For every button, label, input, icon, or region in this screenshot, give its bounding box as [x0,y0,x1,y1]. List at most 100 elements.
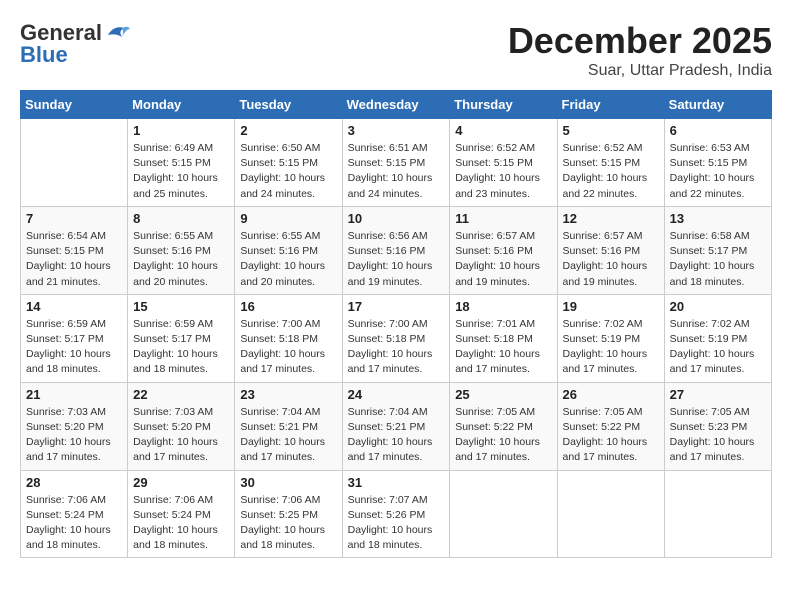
day-number: 1 [133,123,229,138]
day-info: Sunrise: 6:57 AMSunset: 5:16 PMDaylight:… [455,229,551,290]
calendar-cell: 6Sunrise: 6:53 AMSunset: 5:15 PMDaylight… [664,119,771,207]
day-number: 26 [563,387,659,402]
day-number: 29 [133,475,229,490]
calendar-cell: 12 Sunrise: 6:57 AMSunset: 5:16 PMDayligh… [557,206,664,294]
day-number: 7 [26,211,122,226]
logo-blue: Blue [20,42,68,68]
day-info: Sunrise: 6:57 AMSunset: 5:16 PMDaylight:… [563,229,659,290]
day-info: Sunrise: 7:01 AMSunset: 5:18 PMDaylight:… [455,317,551,378]
calendar-cell: 18 Sunrise: 7:01 AMSunset: 5:18 PMDayligh… [450,294,557,382]
day-number: 4 [455,123,551,138]
day-info: Sunrise: 6:54 AMSunset: 5:15 PMDaylight:… [26,229,122,290]
day-number: 8 [133,211,229,226]
day-info: Sunrise: 7:06 AMSunset: 5:24 PMDaylight:… [133,493,229,554]
calendar-week-4: 21Sunrise: 7:03 AMSunset: 5:20 PMDayligh… [21,382,772,470]
day-info: Sunrise: 7:03 AMSunset: 5:20 PMDaylight:… [26,405,122,466]
day-number: 31 [348,475,445,490]
weekday-header-friday: Friday [557,91,664,119]
weekday-header-monday: Monday [128,91,235,119]
day-info: Sunrise: 7:05 AMSunset: 5:23 PMDaylight:… [670,405,766,466]
day-info: Sunrise: 7:04 AMSunset: 5:21 PMDaylight:… [348,405,445,466]
day-number: 12 [563,211,659,226]
day-info: Sunrise: 7:03 AMSunset: 5:20 PMDaylight:… [133,405,229,466]
weekday-header-sunday: Sunday [21,91,128,119]
day-info: Sunrise: 7:06 AMSunset: 5:25 PMDaylight:… [240,493,336,554]
day-number: 17 [348,299,445,314]
day-number: 30 [240,475,336,490]
calendar-cell: 30 Sunrise: 7:06 AMSunset: 5:25 PMDayligh… [235,470,342,558]
day-number: 23 [240,387,336,402]
day-number: 6 [670,123,766,138]
calendar-cell: 9 Sunrise: 6:55 AMSunset: 5:16 PMDaylight… [235,206,342,294]
calendar-table: SundayMondayTuesdayWednesdayThursdayFrid… [20,90,772,558]
day-number: 18 [455,299,551,314]
calendar-cell: 23Sunrise: 7:04 AMSunset: 5:21 PMDayligh… [235,382,342,470]
day-number: 16 [240,299,336,314]
calendar-cell: 27Sunrise: 7:05 AMSunset: 5:23 PMDayligh… [664,382,771,470]
calendar-cell: 4 Sunrise: 6:52 AMSunset: 5:15 PMDaylight… [450,119,557,207]
calendar-cell: 19 Sunrise: 7:02 AMSunset: 5:19 PMDayligh… [557,294,664,382]
calendar-cell [664,470,771,558]
calendar-cell: 25 Sunrise: 7:05 AMSunset: 5:22 PMDayligh… [450,382,557,470]
calendar-cell: 10 Sunrise: 6:56 AMSunset: 5:16 PMDayligh… [342,206,450,294]
calendar-cell: 13 Sunrise: 6:58 AMSunset: 5:17 PMDayligh… [664,206,771,294]
calendar-cell: 16Sunrise: 7:00 AMSunset: 5:18 PMDayligh… [235,294,342,382]
calendar-cell: 28Sunrise: 7:06 AMSunset: 5:24 PMDayligh… [21,470,128,558]
day-info: Sunrise: 6:49 AMSunset: 5:15 PMDaylight:… [133,141,229,202]
logo-bird-icon [104,23,132,43]
weekday-header-saturday: Saturday [664,91,771,119]
calendar-cell [21,119,128,207]
calendar-cell: 11Sunrise: 6:57 AMSunset: 5:16 PMDayligh… [450,206,557,294]
page-header: General Blue December 2025 Suar, Uttar P… [20,20,772,80]
calendar-cell: 24 Sunrise: 7:04 AMSunset: 5:21 PMDayligh… [342,382,450,470]
day-number: 19 [563,299,659,314]
day-info: Sunrise: 6:58 AMSunset: 5:17 PMDaylight:… [670,229,766,290]
day-info: Sunrise: 6:59 AMSunset: 5:17 PMDaylight:… [26,317,122,378]
day-info: Sunrise: 6:56 AMSunset: 5:16 PMDaylight:… [348,229,445,290]
day-info: Sunrise: 6:59 AMSunset: 5:17 PMDaylight:… [133,317,229,378]
day-number: 2 [240,123,336,138]
calendar-cell: 7 Sunrise: 6:54 AMSunset: 5:15 PMDaylight… [21,206,128,294]
calendar-week-5: 28 Sunrise: 7:06 AMSunset: 5:24 PMDayligh… [21,470,772,558]
day-info: Sunrise: 6:55 AMSunset: 5:16 PMDaylight:… [240,229,336,290]
calendar-cell: 21Sunrise: 7:03 AMSunset: 5:20 PMDayligh… [21,382,128,470]
day-info: Sunrise: 7:05 AMSunset: 5:22 PMDaylight:… [563,405,659,466]
day-info: Sunrise: 7:02 AMSunset: 5:19 PMDaylight:… [670,317,766,378]
day-info: Sunrise: 7:07 AMSunset: 5:26 PMDaylight:… [348,493,445,554]
day-number: 15 [133,299,229,314]
calendar-cell: 15 Sunrise: 6:59 AMSunset: 5:17 PMDayligh… [128,294,235,382]
day-number: 24 [348,387,445,402]
day-number: 5 [563,123,659,138]
day-info: Sunrise: 6:55 AMSunset: 5:16 PMDaylight:… [133,229,229,290]
calendar-cell: 22Sunrise: 7:03 AMSunset: 5:20 PMDayligh… [128,382,235,470]
calendar-cell: 8 Sunrise: 6:55 AMSunset: 5:16 PMDaylight… [128,206,235,294]
day-number: 25 [455,387,551,402]
day-number: 13 [670,211,766,226]
day-info: Sunrise: 7:02 AMSunset: 5:19 PMDaylight:… [563,317,659,378]
location-subtitle: Suar, Uttar Pradesh, India [508,62,772,80]
day-info: Sunrise: 6:51 AMSunset: 5:15 PMDaylight:… [348,141,445,202]
calendar-week-3: 14 Sunrise: 6:59 AMSunset: 5:17 PMDayligh… [21,294,772,382]
day-number: 14 [26,299,122,314]
title-block: December 2025 Suar, Uttar Pradesh, India [508,20,772,80]
calendar-cell: 17 Sunrise: 7:00 AMSunset: 5:18 PMDayligh… [342,294,450,382]
calendar-week-2: 7 Sunrise: 6:54 AMSunset: 5:15 PMDaylight… [21,206,772,294]
calendar-cell: 5Sunrise: 6:52 AMSunset: 5:15 PMDaylight… [557,119,664,207]
day-number: 10 [348,211,445,226]
weekday-header-wednesday: Wednesday [342,91,450,119]
calendar-cell: 31 Sunrise: 7:07 AMSunset: 5:26 PMDayligh… [342,470,450,558]
day-info: Sunrise: 6:50 AMSunset: 5:15 PMDaylight:… [240,141,336,202]
month-title: December 2025 [508,20,772,62]
day-info: Sunrise: 6:52 AMSunset: 5:15 PMDaylight:… [455,141,551,202]
calendar-cell [557,470,664,558]
day-number: 9 [240,211,336,226]
calendar-cell: 2 Sunrise: 6:50 AMSunset: 5:15 PMDaylight… [235,119,342,207]
day-info: Sunrise: 7:00 AMSunset: 5:18 PMDaylight:… [348,317,445,378]
day-info: Sunrise: 7:05 AMSunset: 5:22 PMDaylight:… [455,405,551,466]
calendar-cell [450,470,557,558]
day-number: 28 [26,475,122,490]
day-number: 3 [348,123,445,138]
calendar-cell: 26 Sunrise: 7:05 AMSunset: 5:22 PMDayligh… [557,382,664,470]
calendar-week-1: 1 Sunrise: 6:49 AMSunset: 5:15 PMDaylight… [21,119,772,207]
calendar-cell: 14 Sunrise: 6:59 AMSunset: 5:17 PMDayligh… [21,294,128,382]
